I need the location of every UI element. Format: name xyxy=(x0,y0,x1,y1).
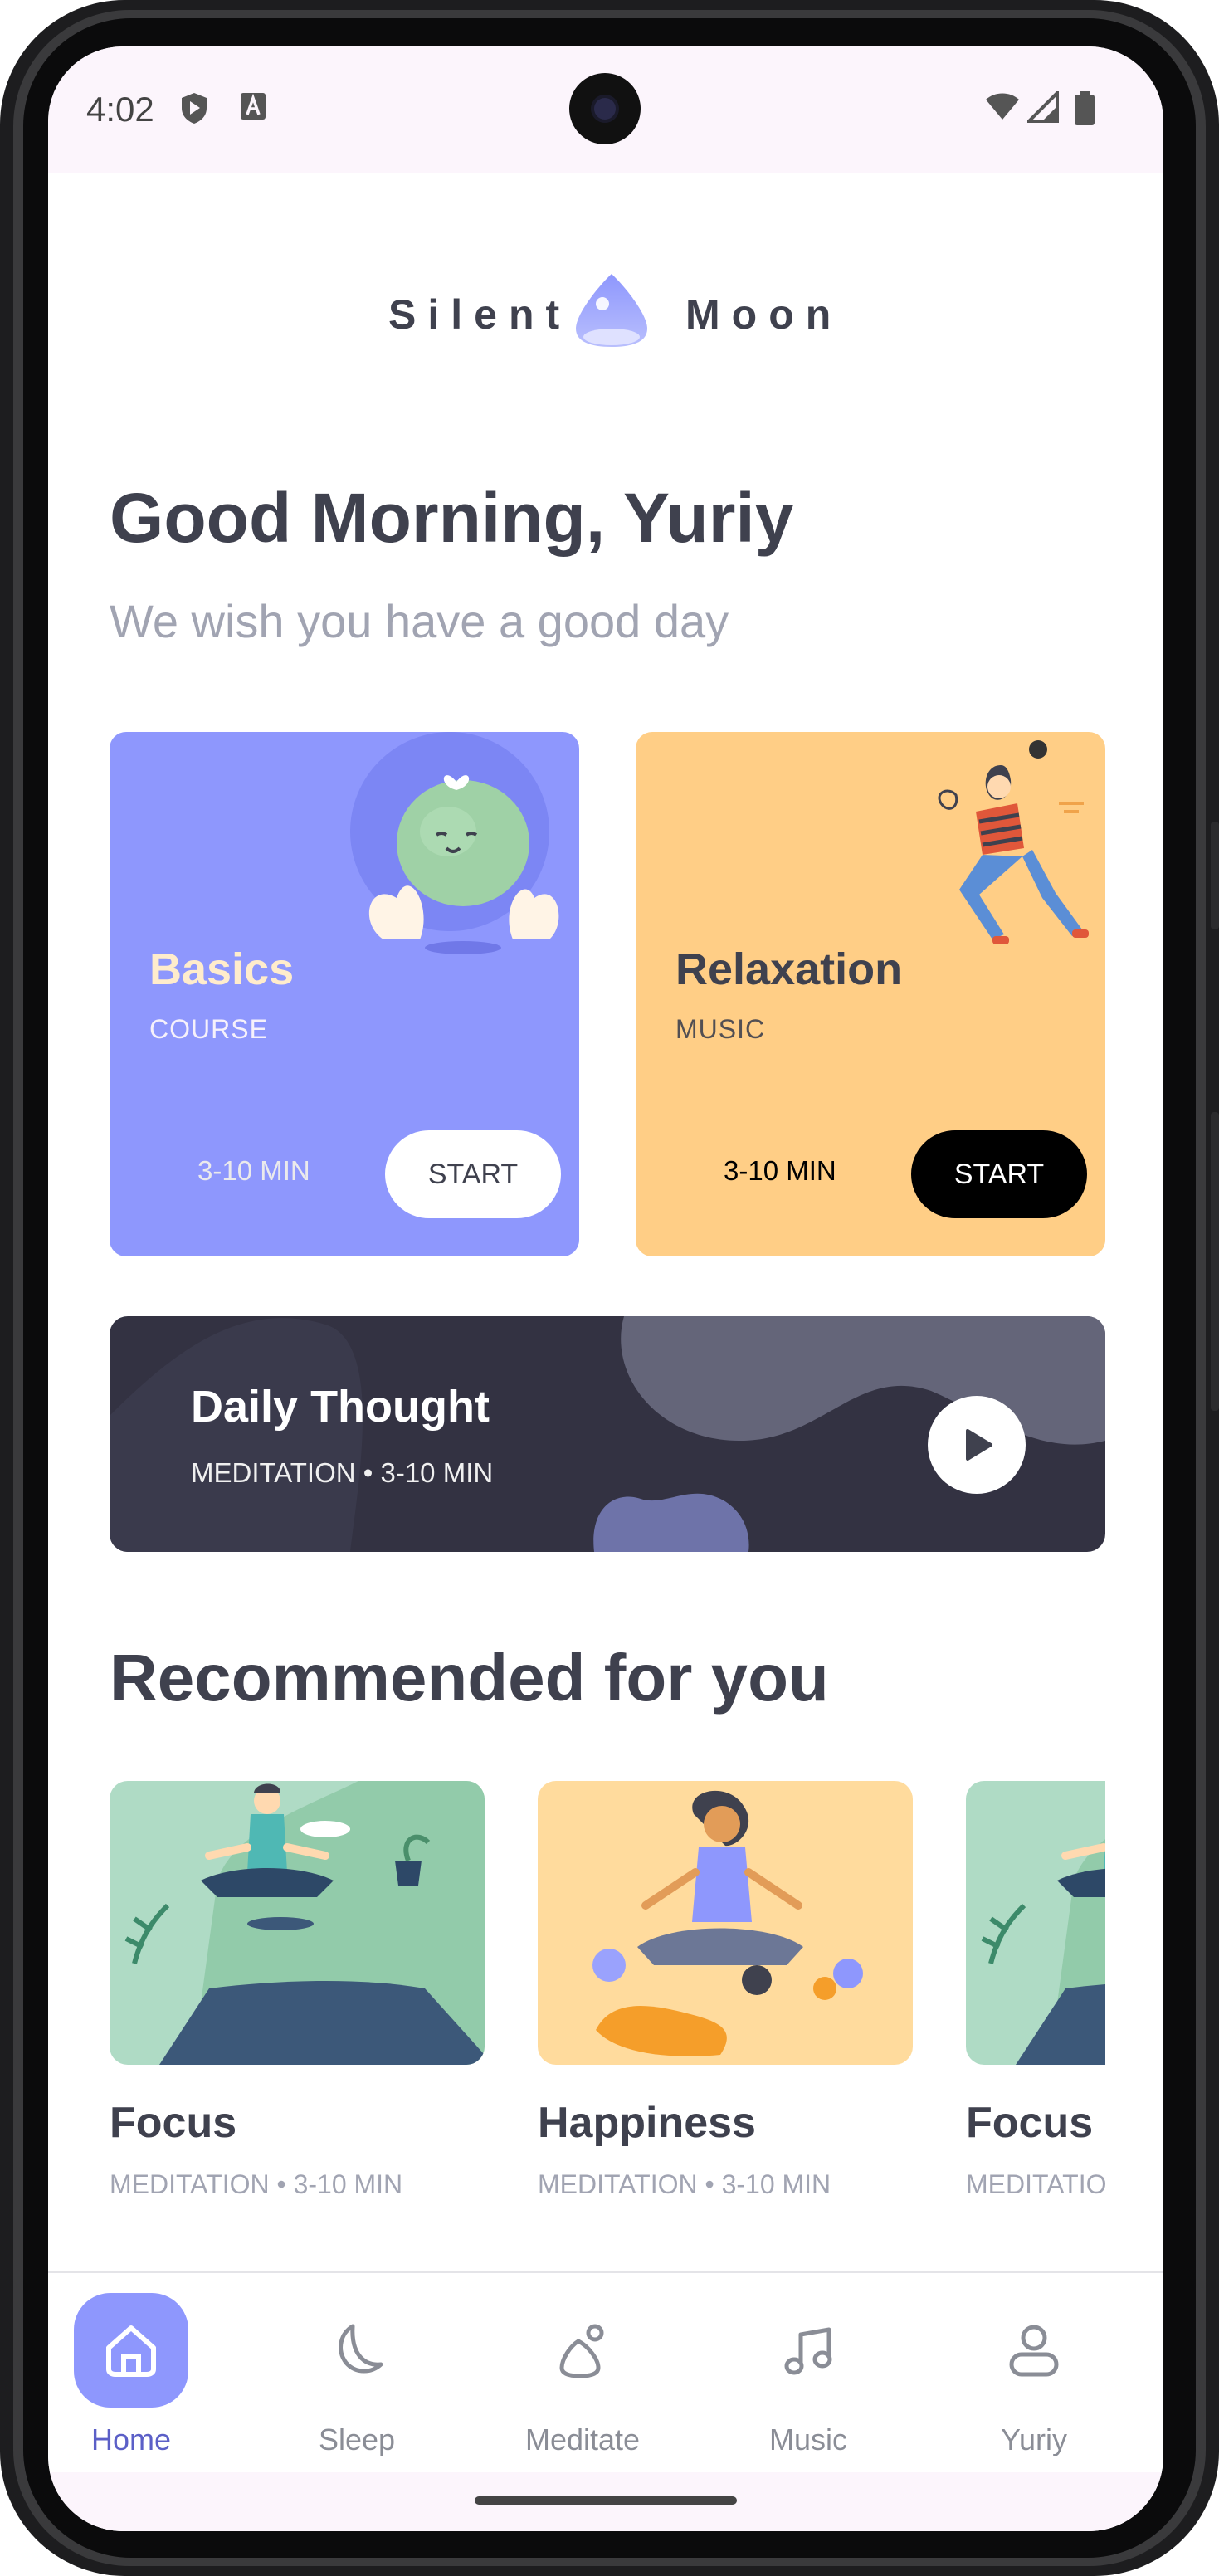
nav-icon-wrap xyxy=(977,2293,1091,2408)
recommended-subtitle: MEDITATION • 3-10 MIN xyxy=(966,2169,1105,2199)
greeting-title: Good Morning, Yuriy xyxy=(110,479,794,557)
nav-label: Sleep xyxy=(318,2422,396,2456)
nav-label: Meditate xyxy=(524,2422,641,2456)
card-type: COURSE xyxy=(149,1014,268,1044)
home-icon xyxy=(106,2325,156,2377)
recommended-subtitle: MEDITATION • 3-10 MIN xyxy=(538,2169,831,2199)
signal-icon xyxy=(1027,91,1059,123)
moon-drop-icon xyxy=(576,274,647,347)
wifi-icon xyxy=(986,93,1019,120)
side-button-power xyxy=(1211,1112,1219,1411)
recommended-name: Focus xyxy=(110,2099,237,2147)
start-button[interactable]: START xyxy=(385,1130,561,1218)
side-button-volume-up xyxy=(1211,822,1219,929)
bottom-navigation: Home Sleep Meditate Music Yuriy xyxy=(48,2271,1163,2531)
phone-frame: 4:02 Silent Moon Good Morning, Yuriy We … xyxy=(0,0,1219,2576)
play-icon xyxy=(966,1429,992,1461)
card-basics[interactable]: Basics COURSE 3-10 MIN START xyxy=(110,732,579,1256)
recommended-name: Happiness xyxy=(538,2099,756,2147)
status-time: 4:02 xyxy=(86,90,154,129)
card-title: Basics xyxy=(149,944,295,994)
text-a-icon xyxy=(241,93,266,120)
daily-thought-subtitle: MEDITATION • 3-10 MIN xyxy=(191,1457,494,1488)
nav-icon-wrap xyxy=(525,2293,640,2408)
start-button[interactable]: START xyxy=(911,1130,1087,1218)
nav-item-home[interactable]: Home xyxy=(48,2293,214,2467)
focus-thumbnail xyxy=(966,1781,1105,2065)
screen: 4:02 Silent Moon Good Morning, Yuriy We … xyxy=(48,46,1163,2531)
nav-item-music[interactable]: Music xyxy=(725,2293,891,2467)
recommended-subtitle: MEDITATION • 3-10 MIN xyxy=(110,2169,403,2199)
card-title: Relaxation xyxy=(675,944,903,994)
daily-thought-title: Daily Thought xyxy=(191,1382,490,1432)
app-logo: Silent Moon xyxy=(48,271,1163,354)
recommended-carousel[interactable]: Focus MEDITATION • 3-10 MIN Happiness ME… xyxy=(110,1781,1105,2262)
nav-item-profile[interactable]: Yuriy xyxy=(951,2293,1117,2467)
card-relaxation[interactable]: Relaxation MUSIC 3-10 MIN START xyxy=(636,732,1105,1256)
gesture-handle[interactable] xyxy=(475,2496,737,2505)
recommended-item-happiness[interactable]: Happiness MEDITATION • 3-10 MIN xyxy=(538,1781,913,2199)
recommended-title: Recommended for you xyxy=(110,1641,829,1715)
nav-icon-wrap xyxy=(751,2293,865,2408)
card-duration: 3-10 MIN xyxy=(724,1155,836,1186)
nav-label: Music xyxy=(768,2422,847,2456)
greeting-subtitle: We wish you have a good day xyxy=(110,595,729,647)
card-duration: 3-10 MIN xyxy=(197,1155,310,1186)
front-camera xyxy=(569,73,641,144)
moon-icon xyxy=(339,2324,383,2374)
play-button[interactable] xyxy=(928,1396,1026,1494)
nav-active-indicator xyxy=(74,2293,188,2408)
nav-label: Yuriy xyxy=(1000,2422,1068,2456)
recommended-name: Focus xyxy=(966,2099,1094,2147)
recommended-item-focus-2[interactable]: Focus MEDITATION • 3-10 MIN xyxy=(966,1781,1105,2199)
logo-text-left: Silent xyxy=(388,291,572,338)
shield-icon xyxy=(182,93,207,124)
basics-illustration xyxy=(350,732,559,954)
profile-icon xyxy=(1009,2325,1059,2377)
music-icon xyxy=(784,2327,832,2375)
relaxation-illustration xyxy=(938,740,1089,944)
nav-label: Home xyxy=(90,2422,172,2456)
nav-item-sleep[interactable]: Sleep xyxy=(274,2293,440,2467)
status-bar: 4:02 xyxy=(48,46,1163,173)
nav-icon-wrap xyxy=(300,2293,414,2408)
daily-thought-banner[interactable]: Daily Thought MEDITATION • 3-10 MIN xyxy=(110,1316,1105,1552)
happiness-thumbnail xyxy=(538,1781,913,2065)
nav-item-meditate[interactable]: Meditate xyxy=(500,2293,666,2467)
focus-thumbnail xyxy=(110,1781,485,2065)
logo-text-right: Moon xyxy=(685,291,843,338)
battery-icon xyxy=(1075,91,1095,125)
meditate-icon xyxy=(559,2324,604,2378)
recommended-item-focus[interactable]: Focus MEDITATION • 3-10 MIN xyxy=(110,1781,485,2199)
card-type: MUSIC xyxy=(675,1014,766,1044)
